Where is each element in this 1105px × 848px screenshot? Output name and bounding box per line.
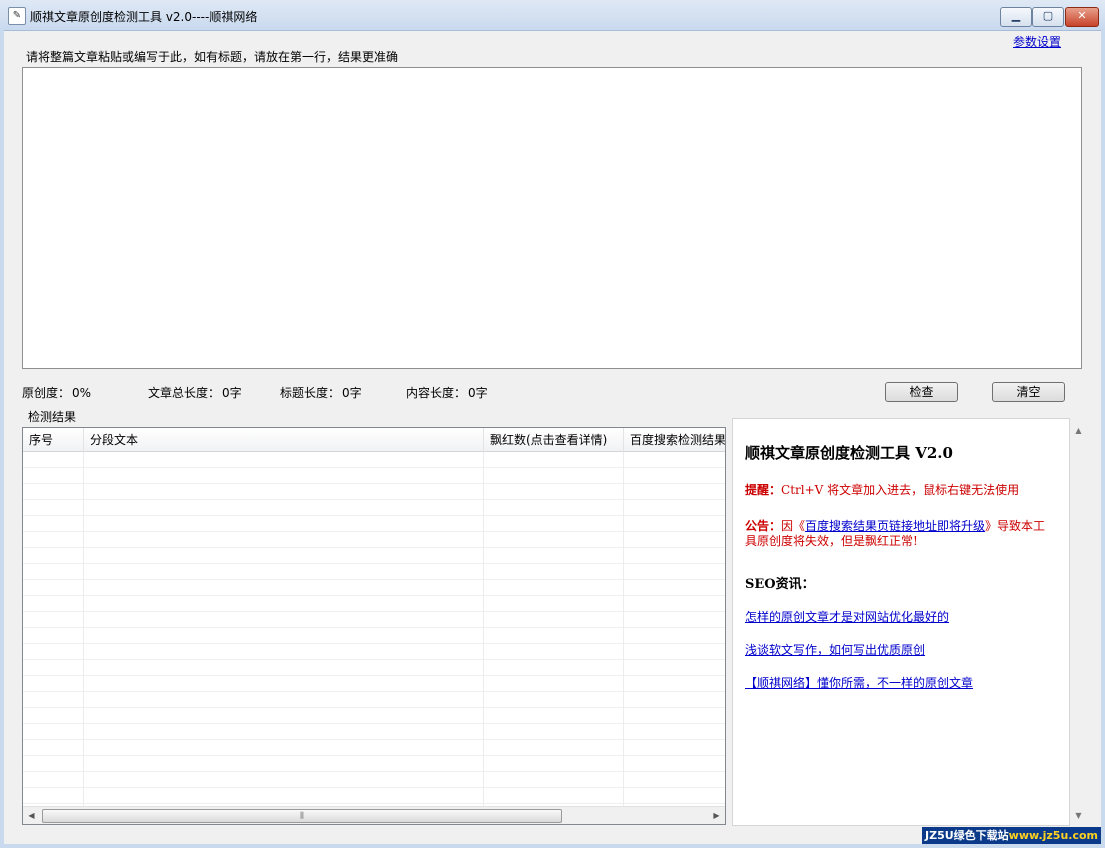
- scroll-left-icon[interactable]: ◀: [23, 807, 40, 824]
- watermark-badge: JZ5U绿色下载站www.jz5u.com: [922, 827, 1101, 844]
- close-icon: ✕: [1077, 9, 1087, 22]
- notice-prefix: 因《: [781, 519, 806, 533]
- notice-row: 公告：因《百度搜索结果页链接地址即将升级》导致本工具原创度将失效，但是飘红正常!: [745, 519, 1053, 549]
- info-title: 顺祺文章原创度检测工具 V2.0: [745, 444, 953, 462]
- maximize-icon: ▢: [1042, 9, 1054, 22]
- column-header-baidu-result[interactable]: 百度搜索检测结果: [624, 428, 725, 452]
- input-hint-label: 请将整篇文章粘贴或编写于此，如有标题，请放在第一行，结果更准确: [26, 50, 399, 64]
- maximize-button[interactable]: ▢: [1032, 7, 1064, 27]
- vertical-scrollbar[interactable]: ▲ ▼: [1070, 418, 1087, 826]
- watermark-url: www.jz5u.com: [1008, 829, 1098, 842]
- tip-row: 提醒：Ctrl+V 将文章加入进去，鼠标右键无法使用: [745, 481, 1019, 498]
- minimize-button[interactable]: ▁: [1000, 7, 1032, 27]
- scroll-right-icon[interactable]: ▶: [708, 807, 725, 824]
- stat-total-length-label: 文章总长度：: [148, 386, 221, 400]
- notice-label: 公告：: [745, 519, 782, 533]
- minimize-icon: ▁: [1011, 9, 1021, 22]
- results-group-label: 检测结果: [26, 408, 79, 425]
- horizontal-scrollbar[interactable]: ◀ ⫼ ▶: [23, 806, 725, 824]
- window-frame-bottom: [0, 844, 1105, 848]
- app-icon: ✎: [8, 7, 26, 25]
- stat-originality-value: 0%: [72, 386, 92, 400]
- column-header-segment-text[interactable]: 分段文本: [84, 428, 484, 452]
- stat-total-length: 文章总长度： 0字: [148, 384, 242, 401]
- news-link[interactable]: 【顺祺网络】懂你所需，不一样的原创文章: [745, 674, 973, 691]
- check-button[interactable]: 检查: [885, 382, 958, 402]
- results-table-body: [23, 452, 725, 808]
- scroll-down-icon[interactable]: ▼: [1070, 807, 1087, 824]
- news-link[interactable]: 怎样的原创文章才是对网站优化最好的: [745, 608, 949, 625]
- stat-title-length-label: 标题长度：: [280, 386, 341, 400]
- notice-link[interactable]: 百度搜索结果页链接地址即将升级: [805, 519, 985, 533]
- results-table[interactable]: 序号 分段文本 飘红数(点击查看详情) 百度搜索检测结果 ◀ ⫼ ▶: [22, 427, 726, 825]
- scrollbar-thumb[interactable]: ⫼: [42, 809, 562, 823]
- window-frame-left: [0, 30, 4, 848]
- stat-title-length: 标题长度： 0字: [280, 384, 362, 401]
- stat-content-length-value: 0字: [468, 386, 488, 400]
- stat-total-length-value: 0字: [222, 386, 242, 400]
- stat-content-length: 内容长度： 0字: [406, 384, 488, 401]
- column-header-red-count[interactable]: 飘红数(点击查看详情): [484, 428, 624, 452]
- watermark-brand: JZ5U绿色下载站: [925, 829, 1009, 842]
- seo-news-heading: SEO资讯：: [745, 577, 815, 592]
- window-frame-right: [1101, 30, 1105, 848]
- settings-link[interactable]: 参数设置: [1013, 33, 1061, 50]
- stat-originality: 原创度： 0%: [22, 384, 91, 401]
- tip-text: Ctrl+V 将文章加入进去，鼠标右键无法使用: [781, 483, 1020, 497]
- stat-content-length-label: 内容长度：: [406, 386, 467, 400]
- article-input[interactable]: [22, 67, 1082, 369]
- column-header-index[interactable]: 序号: [23, 428, 84, 452]
- window-title: 顺祺文章原创度检测工具 v2.0----顺祺网络: [30, 10, 258, 24]
- close-button[interactable]: ✕: [1065, 7, 1099, 27]
- news-link[interactable]: 浅谈软文写作，如何写出优质原创: [745, 641, 925, 658]
- stat-originality-label: 原创度：: [22, 386, 71, 400]
- tip-label: 提醒：: [745, 483, 782, 497]
- clear-button[interactable]: 清空: [992, 382, 1065, 402]
- stat-title-length-value: 0字: [342, 386, 362, 400]
- scroll-up-icon[interactable]: ▲: [1070, 422, 1087, 439]
